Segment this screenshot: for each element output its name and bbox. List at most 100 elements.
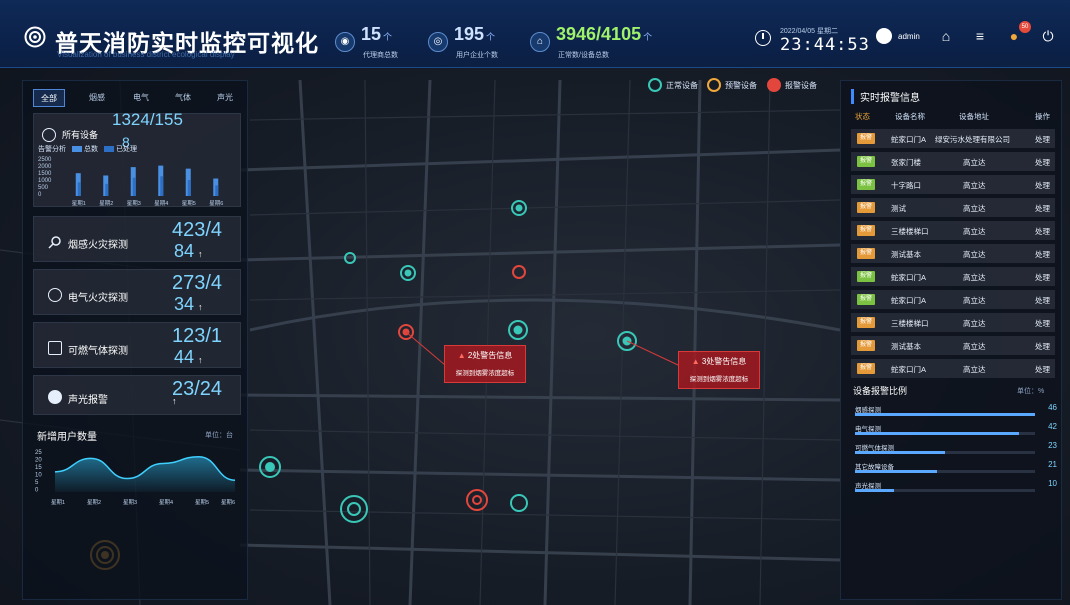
alarm-row[interactable]: 报警 蛇家口门A 高立达 处理 [851,267,1055,286]
user-name[interactable]: admin [898,32,920,41]
device-address: 绿安污水处理有限公司 [935,135,1010,144]
notification-badge: 50 [1019,21,1031,33]
gas-detection-card[interactable]: 123/1 可燃气体探测 44 ↑ [33,322,241,368]
device-address: 高立达 [963,158,986,167]
alarm-row[interactable]: 报警 测试基本 高立达 处理 [851,244,1055,263]
smoke-detection-card[interactable]: 423/4 烟感火灾探测 84 ↑ [33,216,241,262]
alarm-row[interactable]: 报警 张家门楼 高立达 处理 [851,152,1055,171]
right-panel: 实时报警信息 状态 设备名称 设备地址 操作 报警 蛇家口门A 绿安污水处理有限公司… [840,80,1062,600]
status-badge: 报警 [857,133,875,144]
bar-x-tick: 星期1 [72,200,86,207]
tab-all[interactable]: 全部 [33,89,65,107]
handle-action[interactable]: 处理 [1035,272,1050,283]
ratio-value: 10 [1048,479,1057,488]
sound-light-card[interactable]: 23/24 声光报警 ↑ [33,375,241,415]
normal-device-legend: 正常设备 [666,81,698,90]
alarm-popup-1-title: ▲ 2处警告信息 [457,351,513,360]
tab-electric[interactable]: 电气 [127,89,155,107]
electric-detection-card[interactable]: 273/4 电气火灾探测 34 ↑ [33,269,241,315]
alarm-popup-1[interactable]: ▲ 2处警告信息 探测到烟雾浓度超标 [444,345,526,383]
home-icon[interactable]: ⌂ [938,28,954,44]
device-address: 高立达 [963,296,986,305]
status-badge: 报警 [857,179,875,190]
handle-action[interactable]: 处理 [1035,364,1050,375]
alarm-row[interactable]: 报警 三楼楼梯口 高立达 处理 [851,313,1055,332]
warning-device-legend: 预警设备 [725,81,757,90]
new-users-unit: 单位：台 [205,432,233,439]
alarm-table-header: 状态 设备名称 设备地址 操作 [855,112,1050,121]
alarm-row[interactable]: 报警 蛇家口门A 高立达 处理 [851,359,1055,378]
handle-action[interactable]: 处理 [1035,249,1050,260]
alarm-row[interactable]: 报警 测试 高立达 处理 [851,198,1055,217]
handle-action[interactable]: 处理 [1035,295,1050,306]
alarm-row[interactable]: 报警 蛇家口门A 绿安污水处理有限公司 处理 [851,129,1055,148]
handle-action[interactable]: 处理 [1035,318,1050,329]
device-name: 蛇家口门A [891,273,927,282]
area-y-tick: 0 [35,488,39,494]
bar-x-tick: 星期4 [154,200,168,207]
ratio-row: 电气探测 42 [855,422,1057,437]
ratio-fill [855,413,1035,416]
ratio-value: 46 [1048,403,1057,412]
normal-device-legend-icon [648,78,662,92]
device-address: 高立达 [963,181,986,190]
alarm-row[interactable]: 报警 十字路口 高立达 处理 [851,175,1055,194]
handle-action[interactable]: 处理 [1035,157,1050,168]
ratio-row: 可燃气体探测 23 [855,441,1057,456]
ratio-row: 烟感探测 46 [855,403,1057,418]
sound-light-label: 声光报警 [68,395,108,406]
area-y-tick: 25 [35,450,42,456]
handle-action[interactable]: 处理 [1035,180,1050,191]
stat-devices: ⌂ 3946/4105 个 正常数/设备总数 [530,24,670,60]
bar-processed [105,183,109,196]
device-address: 高立达 [963,319,986,328]
status-badge: 报警 [857,202,875,213]
left-panel: 全部 烟感 电气 气体 声光 1324/155 所有设备 8 告警分析 总数 已处理… [22,80,248,600]
device-name: 张家门楼 [891,158,921,167]
status-badge: 报警 [857,317,875,328]
handle-action[interactable]: 处理 [1035,203,1050,214]
device-address: 高立达 [963,365,986,374]
handle-action[interactable]: 处理 [1035,134,1050,145]
ratio-track [855,413,1035,416]
bar-processed [215,185,219,196]
area-y-tick: 15 [35,465,42,471]
device-address: 高立达 [963,250,986,259]
ratio-fill [855,470,938,473]
tab-smoke[interactable]: 烟感 [83,89,111,107]
all-devices-label: 所有设备 [62,130,99,140]
area-y-tick: 20 [35,458,42,464]
ratio-track [855,451,1035,454]
handle-action[interactable]: 处理 [1035,226,1050,237]
alarm-siren-icon [48,390,62,404]
ratio-row: 其它故障设备 21 [855,460,1057,475]
electric-icon [48,288,62,302]
area-x-tick: 星期4 [159,499,173,506]
bar-y-tick: 0 [38,192,42,198]
area-y-tick: 10 [35,473,42,479]
bar-y-tick: 2000 [38,164,52,170]
tab-sound-light[interactable]: 声光 [211,89,239,107]
power-icon[interactable]: ⏻ [1040,28,1056,44]
area-x-tick: 星期5 [195,499,209,506]
tab-gas[interactable]: 气体 [169,89,197,107]
new-users-title: 新增用户数量 [37,432,97,443]
handle-action[interactable]: 处理 [1035,341,1050,352]
alarm-row[interactable]: 报警 蛇家口门A 高立达 处理 [851,290,1055,309]
alarm-row[interactable]: 报警 测试基本 高立达 处理 [851,336,1055,355]
menu-icon[interactable]: ≡ [972,28,988,44]
stat-agents: ◉ 15 个 代理商总数 [335,24,425,60]
gas-label: 可燃气体探测 [68,346,128,357]
user-avatar-icon[interactable] [876,28,892,44]
alarm-popup-2[interactable]: ▲ 3处警告信息 探测到烟雾浓度超标 [678,351,760,389]
device-name: 三楼楼梯口 [891,227,929,236]
area-x-tick: 星期3 [123,499,137,506]
smoke-icon [48,235,62,249]
device-name: 蛇家口门A [891,135,927,144]
status-badge: 报警 [857,225,875,236]
all-devices-card[interactable]: 1324/155 所有设备 8 告警分析 总数 已处理 2500 2000 1500 10… [33,110,241,207]
alarm-row[interactable]: 报警 三楼楼梯口 高立达 处理 [851,221,1055,240]
device-name: 蛇家口门A [891,365,927,374]
status-badge: 报警 [857,248,875,259]
ratio-fill [855,432,1020,435]
